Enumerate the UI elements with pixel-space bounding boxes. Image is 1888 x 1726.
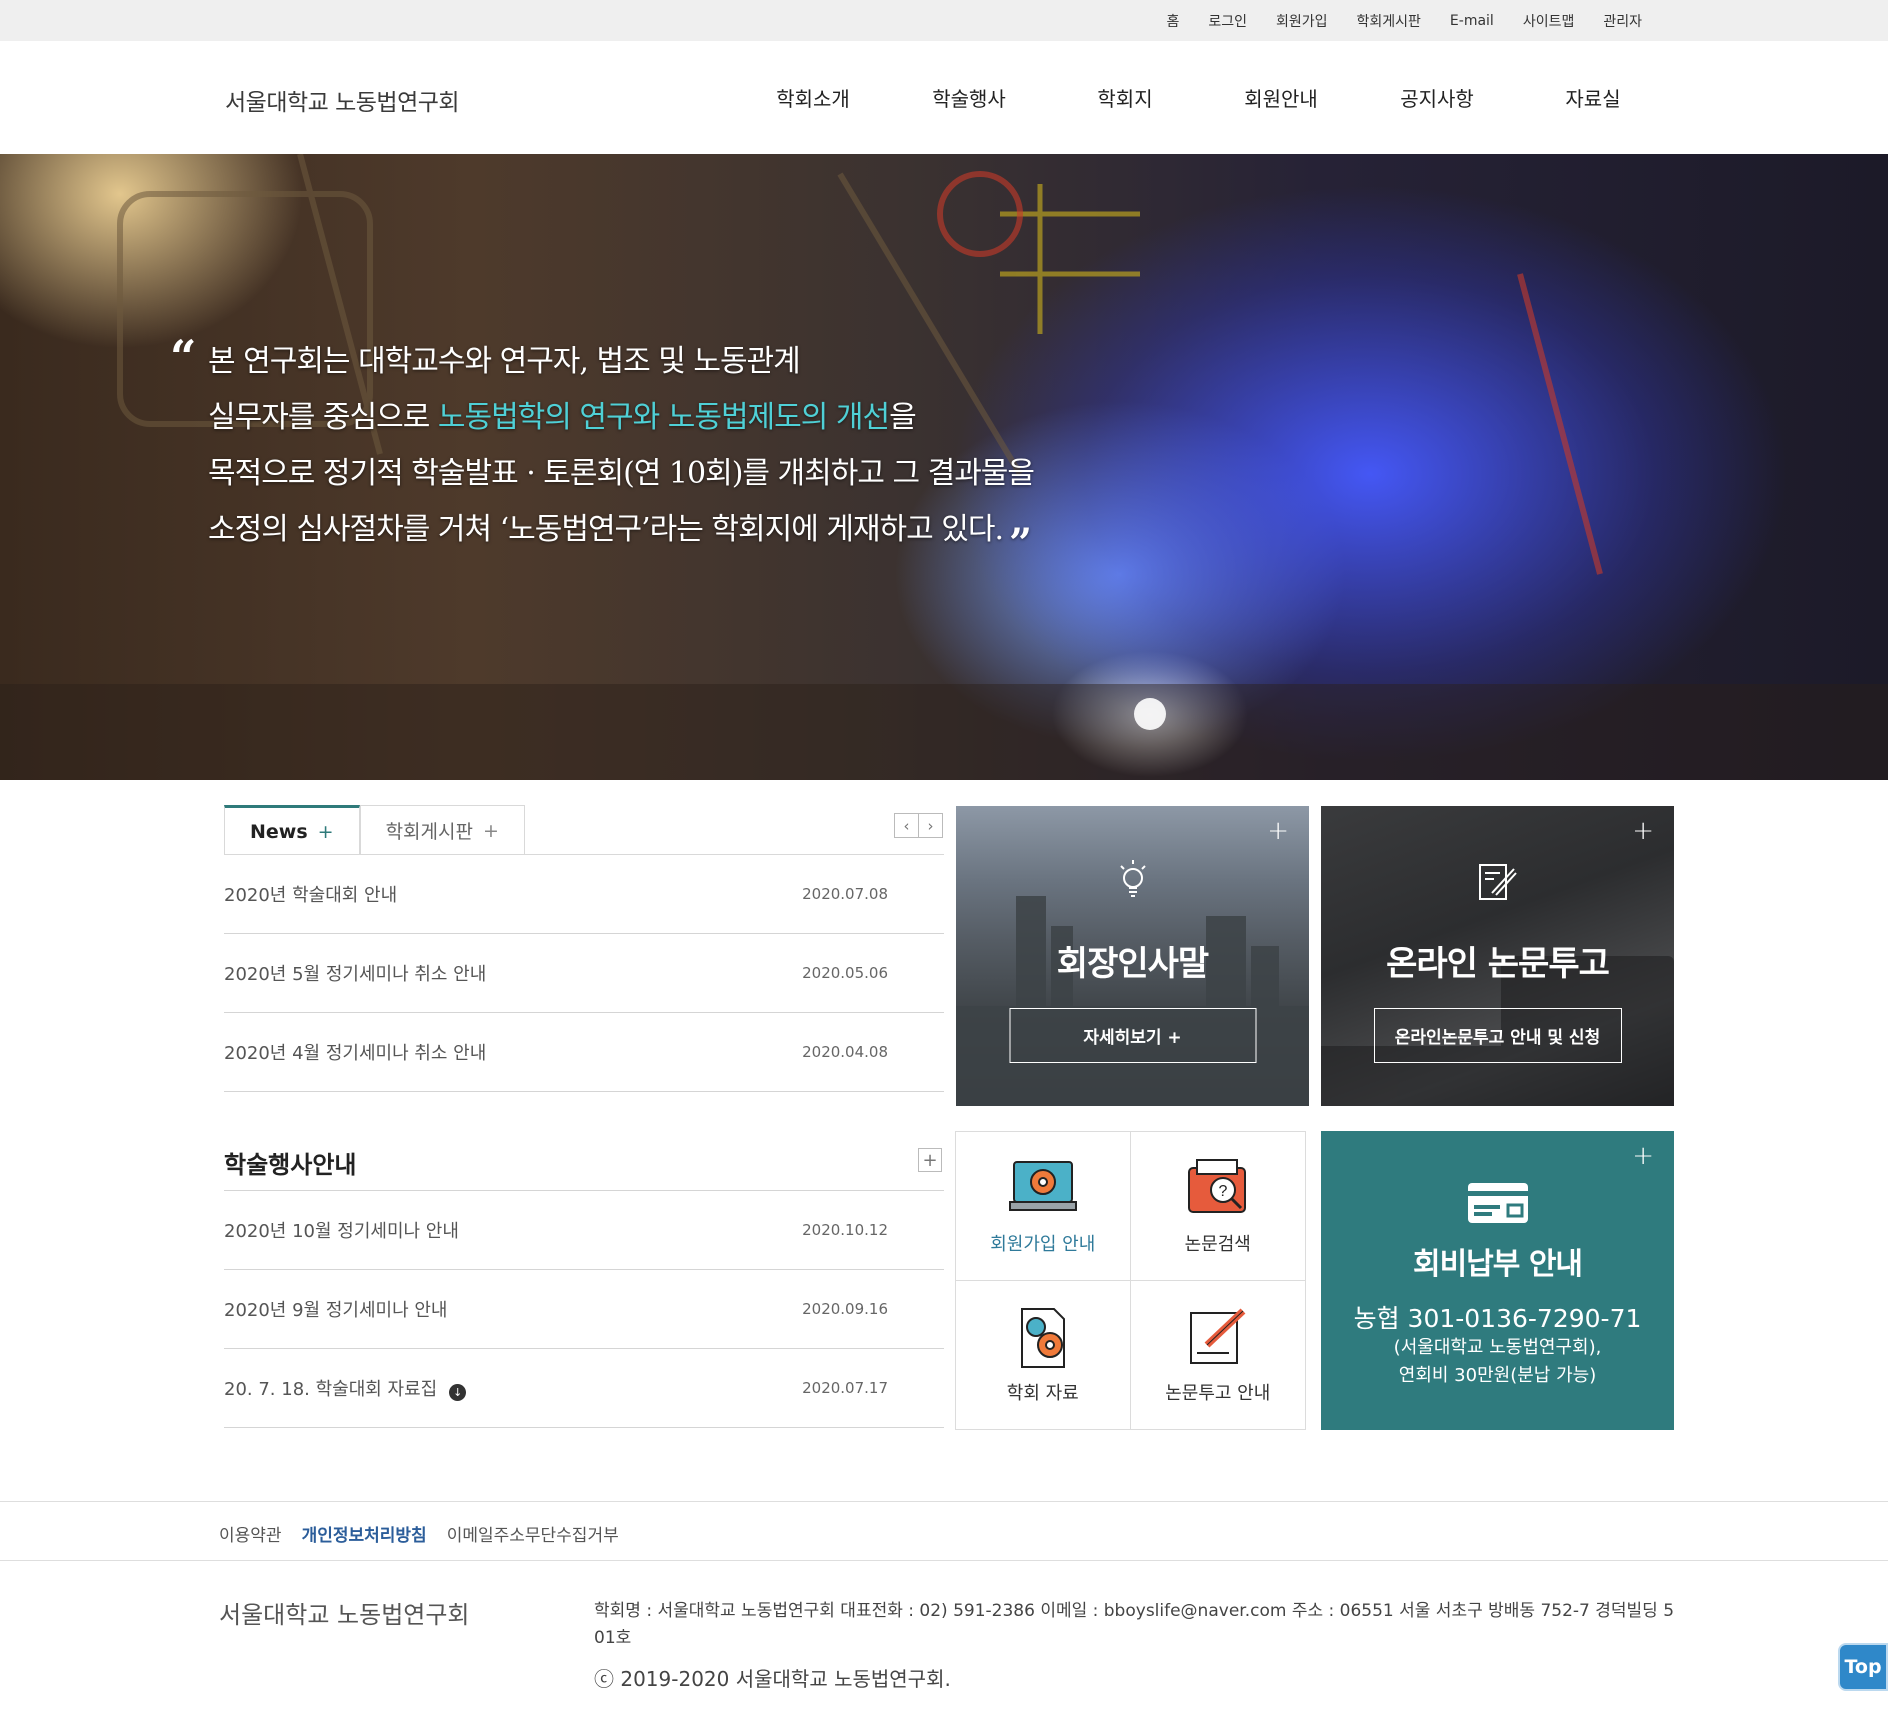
card-icon [1468, 1183, 1528, 1223]
list-item[interactable]: 20. 7. 18. 학술대회 자료집 ↓ 2020.07.17 [224, 1349, 944, 1428]
hero-line-1: 본 연구회는 대학교수와 연구자, 법조 및 노동관계 [208, 344, 801, 379]
nav-journal[interactable]: 학회지 [1047, 83, 1203, 112]
footer-links: 이용약관 개인정보처리방침 이메일주소무단수집거부 [219, 1521, 619, 1546]
events-list: 2020년 10월 정기세미나 안내 2020.10.12 2020년 9월 정… [224, 1191, 944, 1428]
header: 서울대학교 노동법연구회 학회소개 학술행사 학회지 회원안내 공지사항 자료실 [0, 41, 1888, 154]
quick-society-materials[interactable]: 학회 자료 [956, 1280, 1131, 1429]
bank-account: 농협 301-0136-7290-71 [1353, 1304, 1642, 1333]
post-date: 2020.04.08 [802, 1043, 888, 1061]
post-title[interactable]: 20. 7. 18. 학술대회 자료집 ↓ [224, 1375, 467, 1401]
close-quote-mark: ” [1009, 520, 1032, 567]
post-date: 2020.05.06 [802, 964, 888, 982]
post-date: 2020.10.12 [802, 1221, 888, 1239]
greeting-more-button[interactable]: 자세히보기 + [1009, 1008, 1256, 1063]
footer-divider [0, 1560, 1888, 1561]
plus-icon[interactable]: + [1632, 816, 1654, 846]
copyright: ⓒ 2019-2020 서울대학교 노동법연구회. [594, 1667, 951, 1691]
writing-icon [1189, 1307, 1246, 1364]
list-item[interactable]: 2020년 4월 정기세미나 취소 안내 2020.04.08 [224, 1013, 944, 1092]
hero-line-4: 소정의 심사절차를 거쳐 ‘노동법연구’라는 학회지에 게재하고 있다.” [208, 512, 1032, 567]
news-list: 2020년 학술대회 안내 2020.07.08 2020년 5월 정기세미나 … [224, 855, 944, 1092]
online-title: 온라인 논문투고 [1386, 944, 1610, 984]
email-refusal-link[interactable]: 이메일주소무단수집거부 [447, 1521, 619, 1546]
tab-board[interactable]: 학회게시판 + [359, 805, 525, 855]
utility-links: 홈 로그인 회원가입 학회게시판 E-mail 사이트맵 관리자 [1166, 0, 1642, 41]
nav-membership[interactable]: 회원안내 [1203, 83, 1359, 112]
nav-about[interactable]: 학회소개 [735, 83, 891, 112]
post-title[interactable]: 2020년 5월 정기세미나 취소 안내 [224, 960, 486, 986]
news-pager: ‹ › [894, 813, 943, 838]
list-item[interactable]: 2020년 9월 정기세미나 안내 2020.09.16 [224, 1270, 944, 1349]
footer-divider [0, 1501, 1888, 1502]
document-pen-icon [1479, 864, 1517, 900]
tab-news[interactable]: News + [224, 805, 360, 855]
post-title[interactable]: 2020년 학술대회 안내 [224, 881, 397, 907]
post-date: 2020.07.08 [802, 885, 888, 903]
post-title[interactable]: 2020년 9월 정기세미나 안내 [224, 1296, 447, 1322]
main-nav: 학회소개 학술행사 학회지 회원안내 공지사항 자료실 [735, 41, 1671, 154]
plus-icon[interactable]: + [318, 821, 334, 843]
sitemap-link[interactable]: 사이트맵 [1523, 11, 1575, 31]
plus-icon[interactable]: + [1632, 1141, 1654, 1171]
email-link[interactable]: E-mail [1450, 13, 1494, 29]
list-item[interactable]: 2020년 10월 정기세미나 안내 2020.10.12 [224, 1191, 944, 1270]
quick-paper-search[interactable]: ? 논문검색 [1130, 1132, 1305, 1281]
footer-logo: 서울대학교 노동법연구회 [219, 1601, 470, 1629]
greeting-title: 회장인사말 [1056, 944, 1209, 984]
signup-link[interactable]: 회원가입 [1276, 11, 1328, 31]
admin-link[interactable]: 관리자 [1603, 11, 1642, 31]
quick-signup-guide[interactable]: 회원가입 안내 [956, 1132, 1131, 1281]
hero-highlight: 노동법학의 연구와 노동법제도의 개선 [437, 400, 890, 435]
post-title[interactable]: 2020년 4월 정기세미나 취소 안내 [224, 1039, 486, 1065]
svg-text:?: ? [1218, 1183, 1227, 1200]
post-date: 2020.07.17 [802, 1379, 888, 1397]
login-link[interactable]: 로그인 [1208, 11, 1247, 31]
nav-archive[interactable]: 자료실 [1515, 83, 1671, 112]
post-title[interactable]: 2020년 10월 정기세미나 안내 [224, 1217, 459, 1243]
fee-note: (서울대학교 노동법연구회), 연회비 30만원(분납 가능) [1393, 1337, 1602, 1386]
news-tabs: News + 학회게시판 + [224, 805, 525, 855]
open-quote-mark: “ [170, 330, 197, 384]
site-logo[interactable]: 서울대학교 노동법연구회 [225, 83, 460, 117]
nav-notice[interactable]: 공지사항 [1359, 83, 1515, 112]
board-link[interactable]: 학회게시판 [1357, 11, 1421, 31]
fee-payment-card[interactable]: + 회비납부 안내 농협 301-0136-7290-71 (서울대학교 노동법… [1321, 1131, 1674, 1430]
list-item[interactable]: 2020년 5월 정기세미나 취소 안내 2020.05.06 [224, 934, 944, 1013]
post-date: 2020.09.16 [802, 1300, 888, 1318]
hero-quote: “ 본 연구회는 대학교수와 연구자, 법조 및 노동관계 실무자를 중심으로 … [170, 330, 1130, 572]
nav-events[interactable]: 학술행사 [891, 83, 1047, 112]
quick-links: 회원가입 안내 ? 논문검색 학회 자료 논문투고 안내 [955, 1131, 1306, 1430]
list-item[interactable]: 2020년 학술대회 안내 2020.07.08 [224, 855, 944, 934]
home-link[interactable]: 홈 [1166, 11, 1179, 31]
scroll-top-button[interactable]: Top [1838, 1643, 1888, 1691]
plus-icon[interactable]: + [483, 820, 499, 842]
events-more-button[interactable]: + [918, 1148, 942, 1172]
hero-line-3: 목적으로 정기적 학술발표 · 토론회(연 10회)를 개최하고 그 결과물을 [208, 456, 1035, 491]
plus-icon[interactable]: + [1267, 816, 1289, 846]
hero-banner: “ 본 연구회는 대학교수와 연구자, 법조 및 노동관계 실무자를 중심으로 … [0, 154, 1888, 780]
online-submission-card[interactable]: + 온라인 논문투고 온라인논문투고 안내 및 신청 [1321, 806, 1674, 1106]
chevron-right-icon[interactable]: › [918, 813, 943, 838]
greeting-card[interactable]: + 회장인사말 자세히보기 + [956, 806, 1309, 1106]
footer-info: 학회명 : 서울대학교 노동법연구회 대표전화 : 02) 591-2386 이… [594, 1601, 1675, 1648]
privacy-link[interactable]: 개인정보처리방침 [302, 1521, 427, 1546]
lightbulb-icon [1120, 860, 1146, 897]
download-icon[interactable]: ↓ [449, 1384, 467, 1401]
online-apply-button[interactable]: 온라인논문투고 안내 및 신청 [1373, 1008, 1622, 1063]
utility-bar: 홈 로그인 회원가입 학회게시판 E-mail 사이트맵 관리자 [0, 0, 1888, 41]
laptop-gear-icon [1008, 1161, 1077, 1211]
fee-title: 회비납부 안내 [1412, 1247, 1583, 1282]
terms-link[interactable]: 이용약관 [219, 1521, 282, 1546]
hero-line-2: 실무자를 중심으로 노동법학의 연구와 노동법제도의 개선을 [208, 400, 917, 435]
quick-submission-guide[interactable]: 논문투고 안내 [1131, 1281, 1306, 1430]
wallet-search-icon: ? [1187, 1159, 1246, 1213]
chevron-left-icon[interactable]: ‹ [894, 813, 919, 838]
gear-document-icon [1020, 1307, 1065, 1368]
events-title: 학술행사안내 [224, 1151, 357, 1179]
